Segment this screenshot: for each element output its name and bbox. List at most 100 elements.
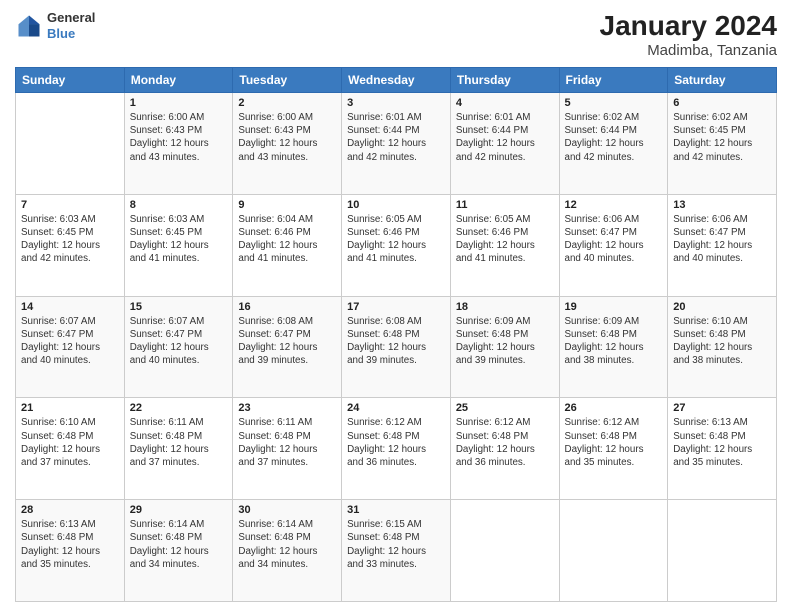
page: General Blue January 2024 Madimba, Tanza… xyxy=(0,0,792,612)
day-number: 18 xyxy=(456,301,554,313)
day-number: 2 xyxy=(238,97,336,109)
calendar-cell: 23 Sunrise: 6:11 AMSunset: 6:48 PMDayligh… xyxy=(233,398,342,500)
day-detail: Sunrise: 6:08 AMSunset: 6:47 PMDaylight:… xyxy=(238,315,336,368)
day-detail: Sunrise: 6:14 AMSunset: 6:48 PMDaylight:… xyxy=(130,518,228,571)
day-detail: Sunrise: 6:10 AMSunset: 6:48 PMDaylight:… xyxy=(673,315,771,368)
day-number: 20 xyxy=(673,301,771,313)
day-number: 15 xyxy=(130,301,228,313)
day-number: 27 xyxy=(673,402,771,414)
calendar-cell: 29Sunrise: 6:14 AMSunset: 6:48 PMDayligh… xyxy=(124,500,233,602)
day-detail: Sunrise: 6:06 AMSunset: 6:47 PMDaylight:… xyxy=(565,213,663,266)
day-detail: Sunrise: 6:03 AMSunset: 6:45 PMDaylight:… xyxy=(21,213,119,266)
calendar-cell: 9Sunrise: 6:04 AMSunset: 6:46 PMDaylight… xyxy=(233,194,342,296)
calendar-cell: 25Sunrise: 6:12 AMSunset: 6:48 PMDayligh… xyxy=(450,398,559,500)
day-detail: Sunrise: 6:00 AMSunset: 6:43 PMDaylight:… xyxy=(238,111,336,164)
day-detail: Sunrise: 6:15 AMSunset: 6:48 PMDaylight:… xyxy=(347,518,445,571)
calendar-cell: 14Sunrise: 6:07 AMSunset: 6:47 PMDayligh… xyxy=(16,296,125,398)
weekday-header-row: SundayMondayTuesdayWednesdayThursdayFrid… xyxy=(16,68,777,93)
day-number: 10 xyxy=(347,199,445,211)
calendar-cell: 10 Sunrise: 6:05 AMSunset: 6:46 PMDayligh… xyxy=(342,194,451,296)
calendar-cell: 26Sunrise: 6:12 AMSunset: 6:48 PMDayligh… xyxy=(559,398,668,500)
calendar-cell: 21 Sunrise: 6:10 AMSunset: 6:48 PMDayligh… xyxy=(16,398,125,500)
logo: General Blue xyxy=(15,10,95,41)
day-number: 19 xyxy=(565,301,663,313)
calendar-cell: 22 Sunrise: 6:11 AMSunset: 6:48 PMDayligh… xyxy=(124,398,233,500)
day-detail: Sunrise: 6:03 AMSunset: 6:45 PMDaylight:… xyxy=(130,213,228,266)
day-detail: Sunrise: 6:05 AMSunset: 6:46 PMDaylight:… xyxy=(456,213,554,266)
calendar-week-4: 21 Sunrise: 6:10 AMSunset: 6:48 PMDayligh… xyxy=(16,398,777,500)
day-number: 5 xyxy=(565,97,663,109)
day-number: 30 xyxy=(238,504,336,516)
calendar-cell: 7 Sunrise: 6:03 AMSunset: 6:45 PMDaylight… xyxy=(16,194,125,296)
calendar-table: SundayMondayTuesdayWednesdayThursdayFrid… xyxy=(15,67,777,602)
logo-general: General xyxy=(47,10,95,26)
title-block: January 2024 Madimba, Tanzania xyxy=(600,10,777,59)
calendar-week-3: 14 Sunrise: 6:07 AMSunset: 6:47 PMDayligh… xyxy=(16,296,777,398)
day-number: 4 xyxy=(456,97,554,109)
day-detail: Sunrise: 6:09 AMSunset: 6:48 PMDaylight:… xyxy=(456,315,554,368)
calendar-cell: 24Sunrise: 6:12 AMSunset: 6:48 PMDayligh… xyxy=(342,398,451,500)
weekday-header-wednesday: Wednesday xyxy=(342,68,451,93)
day-detail: Sunrise: 6:00 AMSunset: 6:43 PMDaylight:… xyxy=(130,111,228,164)
day-number: 16 xyxy=(238,301,336,313)
calendar-cell: 19 Sunrise: 6:09 AMSunset: 6:48 PMDayligh… xyxy=(559,296,668,398)
day-number: 11 xyxy=(456,199,554,211)
calendar-cell: 20 Sunrise: 6:10 AMSunset: 6:48 PMDayligh… xyxy=(668,296,777,398)
day-detail: Sunrise: 6:01 AMSunset: 6:44 PMDaylight:… xyxy=(347,111,445,164)
day-number: 31 xyxy=(347,504,445,516)
calendar-cell: 8 Sunrise: 6:03 AMSunset: 6:45 PMDaylight… xyxy=(124,194,233,296)
calendar-cell: 1Sunrise: 6:00 AMSunset: 6:43 PMDaylight… xyxy=(124,93,233,195)
weekday-header-sunday: Sunday xyxy=(16,68,125,93)
weekday-header-saturday: Saturday xyxy=(668,68,777,93)
day-detail: Sunrise: 6:11 AMSunset: 6:48 PMDaylight:… xyxy=(238,416,336,469)
day-number: 7 xyxy=(21,199,119,211)
day-detail: Sunrise: 6:04 AMSunset: 6:46 PMDaylight:… xyxy=(238,213,336,266)
day-detail: Sunrise: 6:07 AMSunset: 6:47 PMDaylight:… xyxy=(130,315,228,368)
calendar-cell xyxy=(16,93,125,195)
calendar-cell: 28Sunrise: 6:13 AMSunset: 6:48 PMDayligh… xyxy=(16,500,125,602)
day-detail: Sunrise: 6:10 AMSunset: 6:48 PMDaylight:… xyxy=(21,416,119,469)
weekday-header-tuesday: Tuesday xyxy=(233,68,342,93)
day-detail: Sunrise: 6:11 AMSunset: 6:48 PMDaylight:… xyxy=(130,416,228,469)
day-number: 28 xyxy=(21,504,119,516)
calendar-cell: 27 Sunrise: 6:13 AMSunset: 6:48 PMDayligh… xyxy=(668,398,777,500)
calendar-cell: 31 Sunrise: 6:15 AMSunset: 6:48 PMDayligh… xyxy=(342,500,451,602)
calendar-cell: 13Sunrise: 6:06 AMSunset: 6:47 PMDayligh… xyxy=(668,194,777,296)
day-number: 12 xyxy=(565,199,663,211)
day-number: 21 xyxy=(21,402,119,414)
day-detail: Sunrise: 6:12 AMSunset: 6:48 PMDaylight:… xyxy=(565,416,663,469)
calendar-cell xyxy=(559,500,668,602)
calendar-cell: 4Sunrise: 6:01 AMSunset: 6:44 PMDaylight… xyxy=(450,93,559,195)
day-number: 23 xyxy=(238,402,336,414)
calendar-week-5: 28Sunrise: 6:13 AMSunset: 6:48 PMDayligh… xyxy=(16,500,777,602)
calendar-week-1: 1Sunrise: 6:00 AMSunset: 6:43 PMDaylight… xyxy=(16,93,777,195)
day-number: 3 xyxy=(347,97,445,109)
calendar-cell: 2 Sunrise: 6:00 AMSunset: 6:43 PMDaylight… xyxy=(233,93,342,195)
calendar-cell: 11 Sunrise: 6:05 AMSunset: 6:46 PMDayligh… xyxy=(450,194,559,296)
day-number: 25 xyxy=(456,402,554,414)
day-number: 14 xyxy=(21,301,119,313)
calendar-cell: 30 Sunrise: 6:14 AMSunset: 6:48 PMDayligh… xyxy=(233,500,342,602)
calendar-cell: 18 Sunrise: 6:09 AMSunset: 6:48 PMDayligh… xyxy=(450,296,559,398)
calendar-cell: 5Sunrise: 6:02 AMSunset: 6:44 PMDaylight… xyxy=(559,93,668,195)
day-detail: Sunrise: 6:14 AMSunset: 6:48 PMDaylight:… xyxy=(238,518,336,571)
day-number: 8 xyxy=(130,199,228,211)
day-number: 13 xyxy=(673,199,771,211)
day-detail: Sunrise: 6:13 AMSunset: 6:48 PMDaylight:… xyxy=(673,416,771,469)
calendar-cell: 17Sunrise: 6:08 AMSunset: 6:48 PMDayligh… xyxy=(342,296,451,398)
day-detail: Sunrise: 6:08 AMSunset: 6:48 PMDaylight:… xyxy=(347,315,445,368)
header: General Blue January 2024 Madimba, Tanza… xyxy=(15,10,777,59)
weekday-header-thursday: Thursday xyxy=(450,68,559,93)
weekday-header-monday: Monday xyxy=(124,68,233,93)
calendar-cell: 12 Sunrise: 6:06 AMSunset: 6:47 PMDayligh… xyxy=(559,194,668,296)
calendar-cell: 6Sunrise: 6:02 AMSunset: 6:45 PMDaylight… xyxy=(668,93,777,195)
day-detail: Sunrise: 6:02 AMSunset: 6:45 PMDaylight:… xyxy=(673,111,771,164)
day-number: 22 xyxy=(130,402,228,414)
day-detail: Sunrise: 6:05 AMSunset: 6:46 PMDaylight:… xyxy=(347,213,445,266)
day-detail: Sunrise: 6:09 AMSunset: 6:48 PMDaylight:… xyxy=(565,315,663,368)
logo-icon xyxy=(15,12,43,40)
calendar-week-2: 7 Sunrise: 6:03 AMSunset: 6:45 PMDaylight… xyxy=(16,194,777,296)
day-detail: Sunrise: 6:12 AMSunset: 6:48 PMDaylight:… xyxy=(347,416,445,469)
calendar-cell xyxy=(450,500,559,602)
calendar-cell: 16 Sunrise: 6:08 AMSunset: 6:47 PMDayligh… xyxy=(233,296,342,398)
